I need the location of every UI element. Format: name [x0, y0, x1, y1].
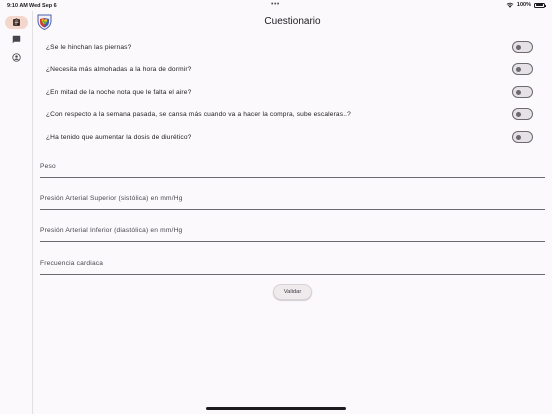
field-label: Peso	[40, 163, 56, 170]
question-label: ¿Necesita más almohadas a la hora de dor…	[46, 66, 192, 73]
weight-field[interactable]: Peso	[40, 158, 545, 178]
toggle-knob	[516, 44, 521, 50]
clipboard-icon	[13, 18, 20, 26]
question-label: ¿En mitad de la noche nota que le falta …	[46, 89, 192, 96]
status-bar: 9:10 AM Wed Sep 6 ••• 100%	[0, 0, 552, 11]
question-row: ¿Con respecto a la semana pasada, se can…	[46, 108, 536, 122]
rail-item-account[interactable]	[5, 51, 28, 64]
page-title: Cuestionario	[264, 16, 321, 27]
question-toggle[interactable]	[512, 41, 533, 53]
question-toggle[interactable]	[512, 86, 533, 98]
toggle-knob	[516, 134, 521, 140]
home-indicator[interactable]	[206, 407, 346, 410]
rail-item-questionnaire[interactable]	[5, 16, 28, 29]
question-row: ¿Necesita más almohadas a la hora de dor…	[46, 63, 536, 77]
battery-percent: 100%	[516, 2, 531, 8]
systolic-pressure-field[interactable]: Presión Arterial Superior (sistólica) en…	[40, 190, 545, 210]
field-label: Presión Arterial Inferior (diastólica) e…	[40, 227, 183, 234]
question-label: ¿Se le hinchan las piernas?	[46, 44, 132, 51]
question-row: ¿Se le hinchan las piernas?	[46, 41, 536, 55]
question-toggle[interactable]	[512, 63, 533, 75]
wifi-icon	[506, 2, 514, 8]
toggle-knob	[516, 89, 521, 95]
validate-button[interactable]: Validar	[273, 284, 312, 300]
status-date: Wed Sep 6	[29, 3, 57, 9]
status-time: 9:10 AM	[7, 3, 28, 9]
question-toggle[interactable]	[512, 131, 533, 143]
status-right: 100%	[506, 2, 546, 8]
rail-item-chat[interactable]	[5, 33, 28, 46]
app-bar: Cuestionario	[33, 11, 552, 33]
heart-rate-field[interactable]: Frecuencia cardiaca	[40, 255, 545, 275]
multitasking-dots[interactable]: •••	[271, 1, 280, 8]
question-toggle[interactable]	[512, 108, 533, 120]
field-label: Presión Arterial Superior (sistólica) en…	[40, 195, 183, 202]
question-label: ¿Ha tenido que aumentar la dosis de diur…	[46, 134, 192, 141]
toggle-knob	[516, 111, 521, 117]
question-row: ¿En mitad de la noche nota que le falta …	[46, 86, 536, 100]
diastolic-pressure-field[interactable]: Presión Arterial Inferior (diastólica) e…	[40, 222, 545, 242]
toggle-knob	[516, 66, 521, 72]
chat-icon	[12, 35, 21, 44]
account-icon	[12, 53, 21, 62]
navigation-rail	[0, 11, 33, 414]
field-label: Frecuencia cardiaca	[40, 260, 104, 267]
battery-icon	[534, 2, 546, 8]
question-row: ¿Ha tenido que aumentar la dosis de diur…	[46, 131, 536, 145]
question-label: ¿Con respecto a la semana pasada, se can…	[46, 111, 351, 118]
